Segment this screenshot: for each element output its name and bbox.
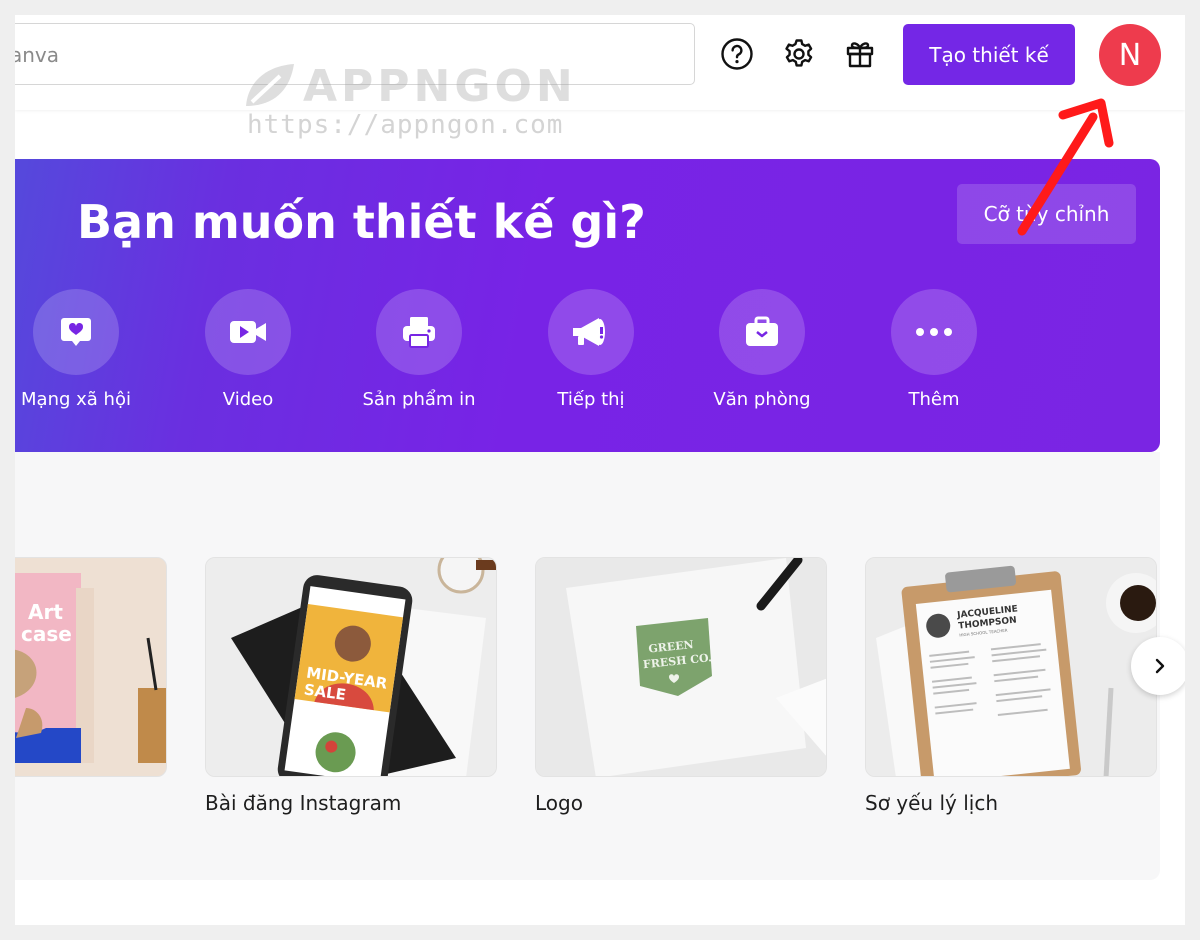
template-card-art-showcase[interactable]: Art case xyxy=(15,557,167,777)
canva-home-page: Canva xyxy=(15,15,1185,925)
create-design-button[interactable]: Tạo thiết kế xyxy=(903,24,1075,85)
custom-size-button[interactable]: Cỡ tùy chỉnh xyxy=(957,184,1136,244)
category-icon-circle xyxy=(33,289,119,375)
resume-illustration: JACQUELINE THOMPSON HIGH SCHOOL TEACHER xyxy=(866,558,1156,776)
category-label: Tiếp thị xyxy=(557,389,625,410)
hero-title: Bạn muốn thiết kế gì? xyxy=(77,195,646,249)
template-label: Bài đăng Instagram xyxy=(205,791,402,815)
category-office[interactable]: Văn phòng xyxy=(677,289,847,410)
logo-illustration: GREEN FRESH CO. xyxy=(536,558,826,776)
create-design-label: Tạo thiết kế xyxy=(929,42,1049,67)
category-icon-circle xyxy=(205,289,291,375)
svg-text:Art: Art xyxy=(28,600,63,624)
category-more[interactable]: Thêm xyxy=(849,289,1019,410)
appngon-leaf-logo-icon xyxy=(246,64,294,106)
category-print-products[interactable]: Sản phẩm in xyxy=(334,289,504,410)
category-icon-circle xyxy=(548,289,634,375)
category-icon-circle xyxy=(719,289,805,375)
gear-icon xyxy=(785,39,813,67)
megaphone-icon xyxy=(573,318,605,346)
gift-icon xyxy=(846,42,874,68)
chevron-right-icon xyxy=(1155,658,1165,674)
category-video[interactable]: Video xyxy=(163,289,333,410)
custom-size-label: Cỡ tùy chỉnh xyxy=(983,202,1110,226)
category-icon-circle xyxy=(376,289,462,375)
settings-button[interactable] xyxy=(782,37,816,71)
search-text: Canva xyxy=(15,43,59,67)
watermark-brand: APPNGON xyxy=(303,61,577,112)
template-thumbnail: GREEN FRESH CO. xyxy=(535,557,827,777)
template-label: Logo xyxy=(535,791,583,815)
category-label: Sản phẩm in xyxy=(362,389,476,410)
template-thumbnail: MID-YEAR SALE xyxy=(205,557,497,777)
category-social-media[interactable]: Mạng xã hội xyxy=(15,289,161,410)
template-card-instagram-post[interactable]: MID-YEAR SALE Bài đăng Instagram xyxy=(205,557,497,815)
instagram-post-illustration: MID-YEAR SALE xyxy=(206,558,496,776)
art-showcase-illustration: Art case xyxy=(15,558,166,776)
template-card-logo[interactable]: GREEN FRESH CO. Logo xyxy=(535,557,827,815)
template-carousel: Art case MID-YEAR SALE Bài đăng Instagra… xyxy=(15,452,1185,880)
top-bar: Canva xyxy=(15,15,1185,110)
question-circle-icon xyxy=(721,38,753,70)
watermark-url: https://appngon.com xyxy=(247,110,564,140)
svg-text:case: case xyxy=(21,622,72,646)
video-camera-icon xyxy=(230,321,266,343)
category-label: Video xyxy=(222,389,274,410)
avatar-initial: N xyxy=(1118,37,1142,73)
category-icon-circle xyxy=(891,289,977,375)
avatar[interactable]: N xyxy=(1099,24,1161,86)
template-label: Sơ yếu lý lịch xyxy=(865,791,998,815)
category-label: Mạng xã hội xyxy=(21,389,131,410)
more-dots-icon xyxy=(916,328,952,336)
category-label: Văn phòng xyxy=(713,389,811,410)
heart-chat-icon xyxy=(61,318,91,346)
help-button[interactable] xyxy=(720,37,754,71)
gift-button[interactable] xyxy=(843,37,877,71)
design-hero-banner: Bạn muốn thiết kế gì? Cỡ tùy chỉnh Mạng … xyxy=(15,159,1160,452)
briefcase-icon xyxy=(746,316,778,346)
category-label: Thêm xyxy=(908,389,960,410)
template-thumbnail: Art case xyxy=(15,557,167,777)
carousel-next-button[interactable] xyxy=(1131,637,1185,695)
template-card-resume[interactable]: JACQUELINE THOMPSON HIGH SCHOOL TEACHER xyxy=(865,557,1157,815)
category-marketing[interactable]: Tiếp thị xyxy=(506,289,676,410)
template-thumbnail: JACQUELINE THOMPSON HIGH SCHOOL TEACHER xyxy=(865,557,1157,777)
printer-icon xyxy=(403,317,435,348)
